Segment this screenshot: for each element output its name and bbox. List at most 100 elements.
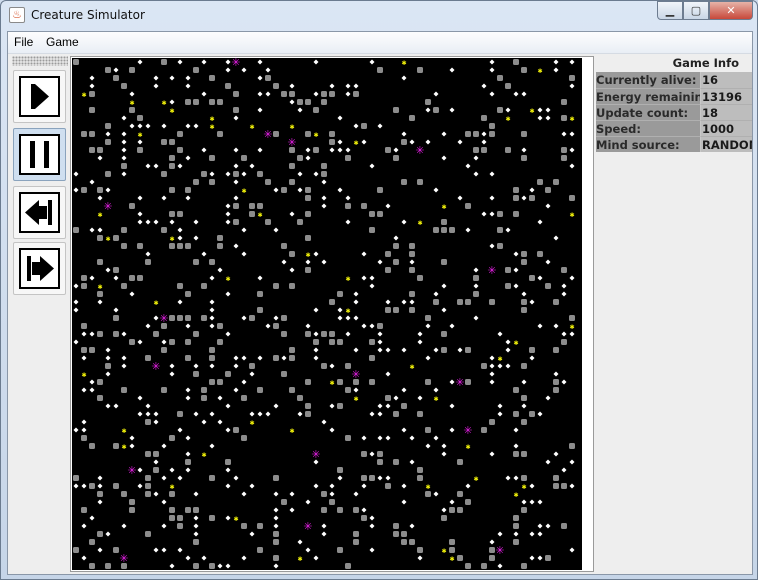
wall-cell — [185, 339, 191, 345]
wall-cell — [89, 107, 95, 113]
plant-cell: ✱ — [162, 98, 167, 107]
wall-cell — [473, 291, 479, 297]
wall-cell — [521, 259, 527, 265]
wall-cell — [289, 355, 295, 361]
wall-cell — [553, 483, 559, 489]
wall-cell — [361, 451, 367, 457]
wall-cell — [281, 371, 287, 377]
wall-cell — [97, 291, 103, 297]
minimize-button[interactable]: ▁ — [657, 1, 683, 20]
wall-cell — [169, 315, 175, 321]
wall-cell — [433, 299, 439, 305]
wall-cell — [185, 459, 191, 465]
toolbar-grip[interactable] — [12, 56, 68, 66]
wall-cell — [193, 179, 199, 185]
wall-cell — [241, 435, 247, 441]
info-value: 18 — [701, 104, 752, 120]
plant-cell: ✱ — [530, 106, 535, 115]
wall-cell — [401, 403, 407, 409]
wall-cell — [441, 219, 447, 225]
wall-cell — [105, 563, 111, 569]
wall-cell — [193, 539, 199, 545]
plant-cell: ✱ — [498, 354, 503, 363]
menu-file[interactable]: File — [14, 35, 33, 49]
wall-cell — [97, 395, 103, 401]
wall-cell — [345, 435, 351, 441]
wall-cell — [217, 99, 223, 105]
wall-cell — [505, 267, 511, 273]
wall-cell — [473, 131, 479, 137]
wall-cell — [273, 131, 279, 137]
wall-cell — [185, 315, 191, 321]
wall-cell — [265, 179, 271, 185]
creature-cell: ✳ — [103, 200, 112, 213]
simulation-board[interactable]: ✳ ✱ ✱ ✱ ✱ ✱ ✱ ✱ ✱ ✱ ✱ ✱ ✱ ✱ ✱ ✳ ✱ ✳ ✱ ✳ ✱ ✳ ✱ ✱ ✱ ✱ ✱ ✱ ✱ ✱ ✳ ✱ ✱ ✱ ✱ ✱ ✳ ✱ ✱ ✱… — [70, 56, 594, 572]
wall-cell — [289, 387, 295, 393]
wall-cell — [81, 323, 87, 329]
wall-cell — [385, 395, 391, 401]
wall-cell — [489, 555, 495, 561]
wall-cell — [313, 107, 319, 113]
wall-cell — [273, 531, 279, 537]
wall-cell — [209, 347, 215, 353]
wall-cell — [569, 315, 575, 321]
creature-cell: ✳ — [231, 58, 240, 69]
wall-cell — [169, 515, 175, 521]
wall-cell — [97, 531, 103, 537]
wall-cell — [385, 147, 391, 153]
wall-cell — [353, 379, 359, 385]
creature-cell: ✳ — [127, 464, 136, 477]
step-forward-button[interactable] — [13, 242, 66, 295]
plant-cell: ✱ — [514, 338, 519, 347]
wall-cell — [305, 379, 311, 385]
wall-cell — [289, 251, 295, 257]
wall-cell — [409, 539, 415, 545]
wall-cell — [289, 147, 295, 153]
wall-cell — [449, 227, 455, 233]
wall-cell — [521, 451, 527, 457]
wall-cell — [513, 187, 519, 193]
wall-cell — [225, 459, 231, 465]
info-row-updates: Update count: 18 — [596, 104, 752, 120]
wall-cell — [121, 283, 127, 289]
creature-cell: ✳ — [415, 144, 424, 157]
title-bar[interactable]: ♨ Creature Simulator ▁ ▢ ✕ — [1, 1, 757, 31]
wall-cell — [121, 243, 127, 249]
wall-cell — [417, 67, 423, 73]
wall-cell — [513, 451, 519, 457]
wall-cell — [553, 475, 559, 481]
wall-cell — [201, 171, 207, 177]
wall-cell — [521, 395, 527, 401]
wall-cell — [329, 91, 335, 97]
wall-cell — [161, 323, 167, 329]
wall-cell — [185, 355, 191, 361]
maximize-button[interactable]: ▢ — [683, 1, 709, 20]
wall-cell — [361, 203, 367, 209]
step-back-button[interactable] — [13, 186, 66, 239]
wall-cell — [417, 275, 423, 281]
wall-cell — [121, 83, 127, 89]
wall-cell — [273, 355, 279, 361]
wall-cell — [209, 155, 215, 161]
info-key: Mind source: — [596, 136, 701, 152]
wall-cell — [233, 219, 239, 225]
wall-cell — [401, 539, 407, 545]
wall-cell — [89, 147, 95, 153]
wall-cell — [361, 123, 367, 129]
wall-cell — [177, 243, 183, 249]
close-button[interactable]: ✕ — [709, 1, 753, 20]
wall-cell — [529, 275, 535, 281]
wall-cell — [385, 251, 391, 257]
plant-cell: ✱ — [258, 210, 263, 219]
wall-cell — [289, 283, 295, 289]
wall-cell — [249, 315, 255, 321]
plant-cell: ✱ — [354, 138, 359, 147]
play-button[interactable] — [13, 70, 66, 123]
pause-button[interactable] — [13, 128, 66, 181]
wall-cell — [281, 187, 287, 193]
menu-game[interactable]: Game — [46, 35, 79, 49]
plant-cell: ✱ — [474, 474, 479, 483]
creature-cell: ✳ — [455, 376, 464, 389]
wall-cell — [281, 243, 287, 249]
wall-cell — [409, 243, 415, 249]
